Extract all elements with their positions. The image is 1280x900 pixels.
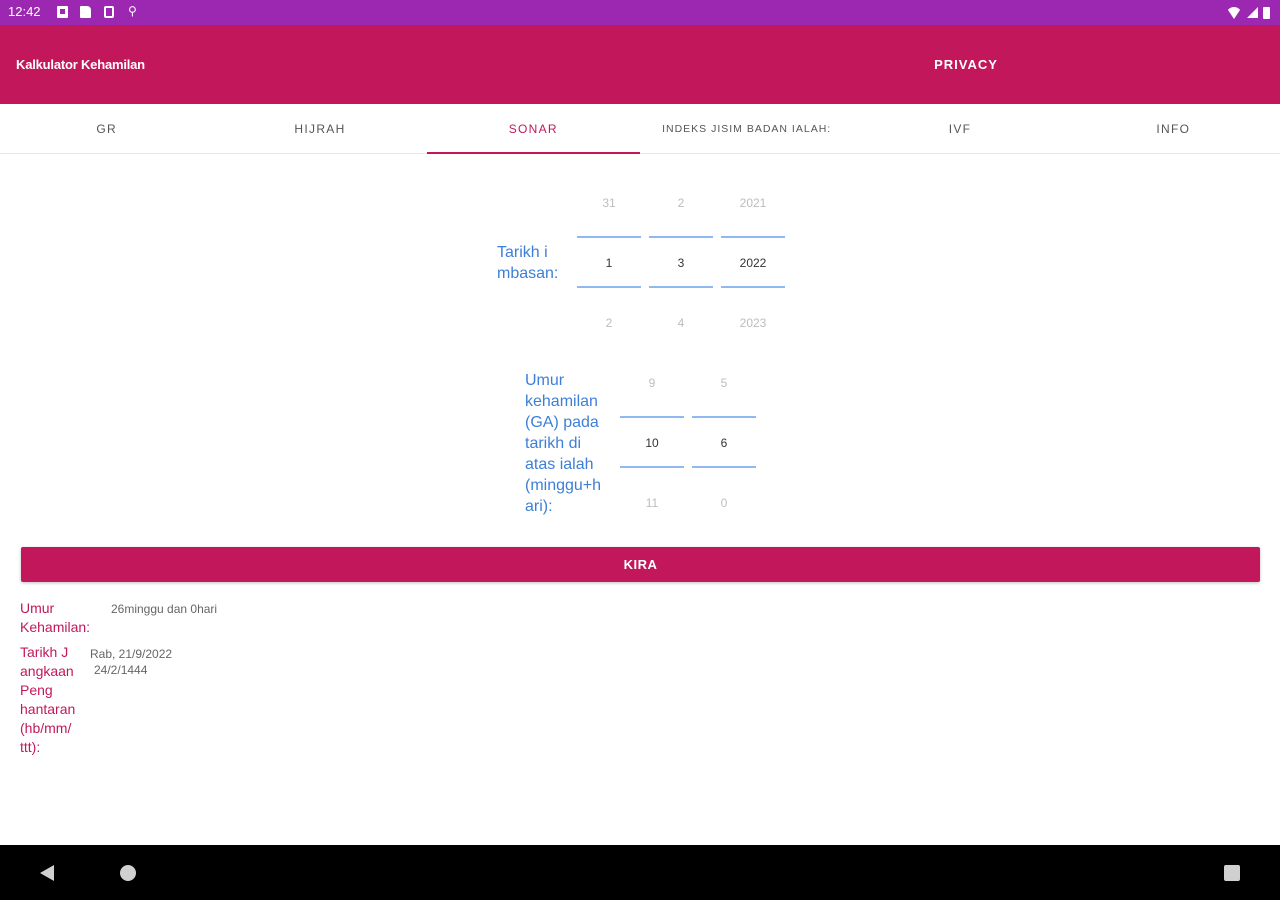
month-divider-bottom (649, 286, 713, 288)
status-bar: 12:42 ⚲ (0, 0, 1280, 25)
home-icon[interactable] (120, 865, 136, 881)
app-title: Kalkulator Kehamilan (16, 57, 145, 72)
tab-info[interactable]: INFO (1067, 104, 1280, 154)
tab-bmi[interactable]: INDEKS JISIM BADAN IALAH: (640, 104, 853, 154)
days-picker[interactable]: 5 6 0 (692, 370, 756, 510)
days-next[interactable]: 0 (692, 496, 756, 510)
year-next[interactable]: 2023 (721, 316, 785, 330)
weeks-divider-top (620, 416, 684, 418)
weeks-current[interactable]: 10 (620, 436, 684, 450)
day-current[interactable]: 1 (577, 256, 641, 270)
year-current[interactable]: 2022 (721, 256, 785, 270)
network-icon: ⚲ (128, 4, 137, 18)
age-result-value: 26minggu dan 0hari (111, 602, 218, 616)
navigation-bar (0, 845, 1280, 900)
age-result-label: Umur Kehamilan: (20, 600, 91, 635)
weeks-prev[interactable]: 9 (620, 376, 684, 390)
gestational-age-label: Umur kehamilan (GA) pada tarikh di atas … (525, 372, 602, 515)
sd-card-icon (80, 6, 91, 18)
tab-ivf[interactable]: IVF (853, 104, 1066, 154)
weeks-picker[interactable]: 9 10 11 (620, 370, 684, 510)
year-divider-bottom (721, 286, 785, 288)
scan-date-label: Tarikh i mbasan: (497, 244, 559, 282)
days-current[interactable]: 6 (692, 436, 756, 450)
wifi-icon (1226, 6, 1242, 19)
days-prev[interactable]: 5 (692, 376, 756, 390)
month-prev[interactable]: 2 (649, 196, 713, 210)
signal-icon (1247, 7, 1258, 18)
day-next[interactable]: 2 (577, 316, 641, 330)
year-prev[interactable]: 2021 (721, 196, 785, 210)
day-picker[interactable]: 31 1 2 (577, 190, 641, 330)
weeks-next[interactable]: 11 (620, 496, 684, 510)
tab-hijrah[interactable]: HIJRAH (213, 104, 426, 154)
day-divider-top (577, 236, 641, 238)
back-icon[interactable] (40, 865, 54, 881)
battery-icon (1263, 6, 1270, 19)
due-date-label: Tarikh J angkaan Peng hantaran (hb/mm/ t… (20, 644, 76, 755)
recents-icon[interactable] (1224, 865, 1240, 881)
day-prev[interactable]: 31 (577, 196, 641, 210)
weeks-divider-bottom (620, 466, 684, 468)
day-divider-bottom (577, 286, 641, 288)
tab-gr[interactable]: GR (0, 104, 213, 154)
due-date-gregorian: Rab, 21/9/2022 (90, 647, 173, 661)
tab-sonar[interactable]: SONAR (426, 104, 640, 154)
privacy-button[interactable]: PRIVACY (915, 53, 1017, 77)
due-date-hijri: 24/2/1444 (94, 663, 148, 677)
month-current[interactable]: 3 (649, 256, 713, 270)
status-time: 12:42 (8, 4, 41, 19)
month-picker[interactable]: 2 3 4 (649, 190, 713, 330)
days-divider-bottom (692, 466, 756, 468)
year-divider-top (721, 236, 785, 238)
tab-bar: GR HIJRAH SONAR INDEKS JISIM BADAN IALAH… (0, 104, 1280, 154)
year-picker[interactable]: 2021 2022 2023 (721, 190, 785, 330)
month-divider-top (649, 236, 713, 238)
app-bar: Kalkulator Kehamilan PRIVACY (0, 25, 1280, 104)
notification-icon (57, 6, 68, 18)
calculate-button[interactable]: KIRA (21, 547, 1260, 582)
month-next[interactable]: 4 (649, 316, 713, 330)
days-divider-top (692, 416, 756, 418)
security-icon (104, 6, 114, 18)
